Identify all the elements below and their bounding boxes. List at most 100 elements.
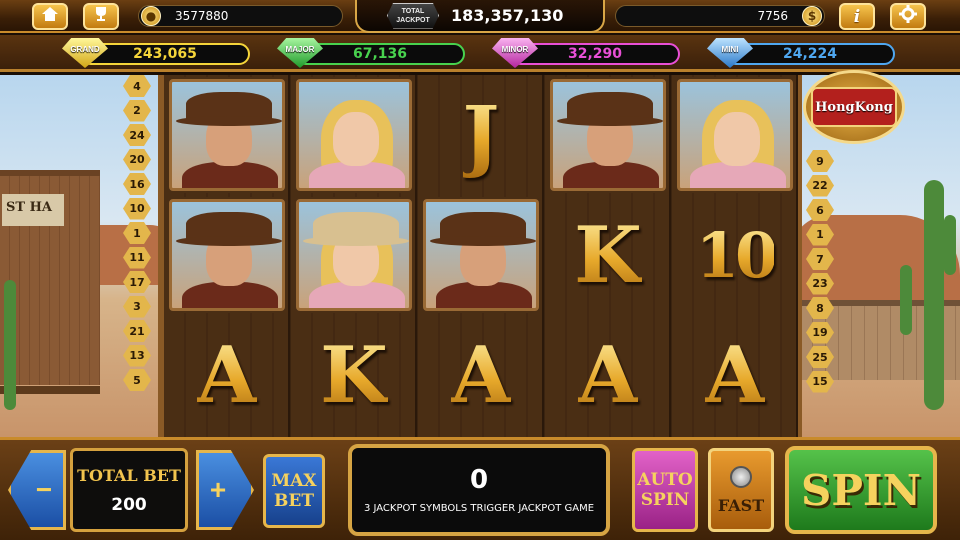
jackpot-trigger-message: 3 JACKPOT SYMBOLS TRIGGER JACKPOT GAME — [363, 503, 595, 514]
reel-5: 10 A — [672, 75, 798, 437]
reel-symbol-cell: K — [545, 195, 671, 315]
total-bet-value: 200 — [111, 494, 147, 515]
reel-symbol-cell — [164, 75, 290, 195]
left-payline-marker: 4 — [123, 75, 151, 97]
total-jackpot-panel: TOTAL JACKPOT 183,357,130 — [355, 0, 605, 33]
cowboy-symbol — [423, 199, 539, 311]
home-icon — [41, 6, 59, 27]
card-symbol-a: A — [450, 329, 512, 421]
settings-button[interactable] — [890, 3, 926, 30]
left-payline-marker: 24 — [123, 124, 151, 146]
saloon-sign: ST HA — [2, 194, 64, 226]
room-badge[interactable]: HongKong — [803, 70, 905, 144]
cowgirl-hat-symbol — [296, 199, 412, 311]
cowboy-symbol — [169, 79, 285, 191]
max-bet-button[interactable]: MAX BET — [263, 454, 325, 528]
auto-spin-button[interactable]: AUTO SPIN — [632, 448, 698, 532]
reel-symbol-cell — [672, 75, 798, 195]
trophy-button[interactable] — [83, 3, 119, 30]
room-badge-label: HongKong — [811, 87, 897, 127]
cactus-left — [4, 280, 16, 410]
cowboy-symbol — [550, 79, 666, 191]
reel-symbol-cell: 10 — [672, 195, 798, 315]
cowboy-symbol — [169, 199, 285, 311]
top-bar: ● 3577880 TOTAL JACKPOT 183,357,130 7756… — [0, 0, 960, 33]
fast-button[interactable]: FAST — [708, 448, 774, 532]
card-symbol-a: A — [196, 329, 258, 421]
cactus-right-arm-2 — [944, 215, 956, 275]
cactus-right-arm — [900, 265, 912, 335]
right-payline-marker: 15 — [806, 370, 834, 393]
reel-symbol-cell: A — [545, 315, 671, 435]
reel-2: K — [291, 75, 417, 437]
fast-toggle-icon — [730, 465, 752, 488]
spin-button[interactable]: SPIN — [785, 446, 937, 534]
reel-3: JA — [418, 75, 544, 437]
left-payline-marker: 17 — [123, 271, 151, 293]
win-value: 0 — [469, 465, 489, 495]
left-payline-marker: 1 — [123, 222, 151, 244]
minus-icon: − — [35, 474, 53, 505]
gear-icon — [899, 5, 917, 28]
reel-symbol-cell — [291, 75, 417, 195]
plus-icon: + — [209, 474, 227, 505]
card-symbol-k: K — [320, 329, 388, 421]
info-icon: i — [853, 6, 861, 27]
total-jackpot-badge: TOTAL JACKPOT — [387, 2, 439, 29]
card-symbol-a: A — [704, 329, 766, 421]
reel-4: KA — [545, 75, 671, 437]
card-symbol-a: A — [577, 329, 639, 421]
left-payline-marker: 20 — [123, 148, 151, 171]
dollar-icon: $ — [802, 6, 822, 26]
jackpot-major: MAJOR 67,136 — [277, 38, 467, 68]
right-payline-marker: 22 — [806, 174, 834, 197]
cowgirl-symbol — [296, 79, 412, 191]
right-balance: 7756 $ — [615, 5, 825, 27]
cowgirl-symbol — [677, 79, 793, 191]
total-jackpot-value: 183,357,130 — [451, 6, 564, 25]
player-coins: 3577880 — [175, 9, 229, 23]
right-payline-marker: 25 — [806, 346, 834, 368]
reel-area: A K J A K A 10 A — [158, 75, 802, 437]
reel-1: A — [164, 75, 290, 437]
info-button[interactable]: i — [839, 3, 875, 30]
reel-symbol-cell: J — [418, 75, 544, 195]
left-payline-marker: 3 — [123, 295, 151, 318]
reel-symbol-cell: A — [418, 315, 544, 435]
total-bet-label: TOTAL BET — [77, 465, 181, 485]
left-payline-marker: 11 — [123, 246, 151, 269]
total-bet-panel: TOTAL BET 200 — [70, 448, 188, 532]
right-payline-marker: 1 — [806, 223, 834, 246]
jackpot-row: GRAND 243,065 MAJOR 67,136 MINOR 32,290 … — [0, 35, 960, 72]
win-display: 0 3 JACKPOT SYMBOLS TRIGGER JACKPOT GAME — [348, 444, 610, 536]
home-button[interactable] — [32, 3, 68, 30]
bottom-bar: − TOTAL BET 200 + MAX BET 0 3 JACKPOT SY… — [0, 437, 960, 540]
reel-symbol-cell: A — [672, 315, 798, 435]
reel-symbol-cell: K — [291, 315, 417, 435]
jackpot-minor: MINOR 32,290 — [492, 38, 682, 68]
left-payline-marker: 13 — [123, 344, 151, 367]
card-symbol-k: K — [574, 209, 642, 301]
right-payline-marker: 7 — [806, 248, 834, 270]
increase-bet-button[interactable]: + — [196, 450, 254, 530]
player-balance: ● 3577880 — [138, 5, 343, 27]
cactus-right — [924, 180, 944, 410]
payline-column-left: 4 2 24 20 16 10 1 11 17 3 21 13 5 — [123, 75, 153, 394]
trophy-icon — [92, 6, 110, 27]
right-payline-marker: 6 — [806, 199, 834, 221]
right-payline-marker: 9 — [806, 150, 834, 172]
left-payline-marker: 21 — [123, 320, 151, 342]
right-payline-marker: 8 — [806, 297, 834, 319]
coin-icon: ● — [141, 6, 161, 26]
left-payline-marker: 2 — [123, 99, 151, 122]
fast-label: FAST — [717, 495, 765, 515]
reel-symbol-cell — [418, 195, 544, 315]
left-payline-marker: 16 — [123, 173, 151, 195]
right-payline-marker: 23 — [806, 272, 834, 295]
reel-symbol-cell: A — [164, 315, 290, 435]
card-symbol-10: 10 — [695, 218, 778, 292]
card-symbol-j: J — [462, 89, 500, 181]
decrease-bet-button[interactable]: − — [8, 450, 66, 530]
reel-symbol-cell — [545, 75, 671, 195]
jackpot-grand: GRAND 243,065 — [62, 38, 252, 68]
